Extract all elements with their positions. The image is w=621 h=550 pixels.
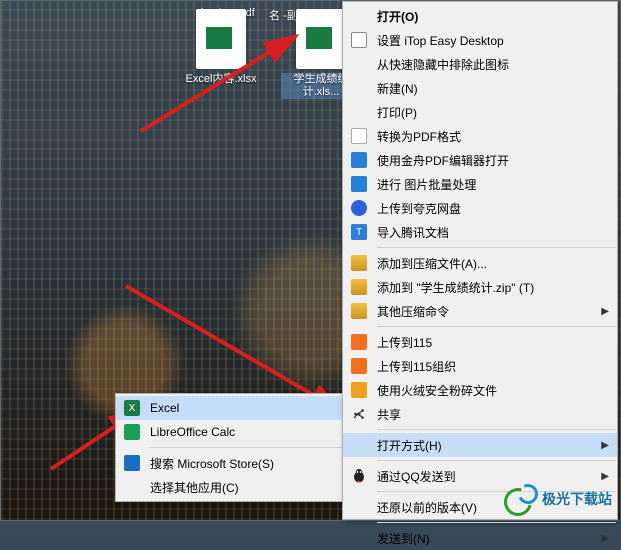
qq-icon (351, 468, 367, 484)
chevron-right-icon: ▶ (601, 533, 609, 544)
menu-label: 使用火绒安全粉碎文件 (377, 382, 497, 399)
menu-label: 上传到夸克网盘 (377, 200, 461, 217)
menu-separator (150, 447, 343, 448)
menu-addzip[interactable]: 添加到压缩文件(A)... (343, 251, 617, 275)
jinzhou-icon (351, 152, 367, 168)
menu-label: 其他压缩命令 (377, 303, 449, 320)
115-icon (351, 358, 367, 374)
desktop-icons: X≣ Excel内容.xlsx X≣ 学生成绩统计.xls... (181, 1, 361, 99)
menu-open-with[interactable]: 打开方式(H) ▶ (343, 433, 617, 457)
chevron-right-icon: ▶ (601, 471, 609, 482)
zip-icon (351, 279, 367, 295)
menu-label: 发送到(N) (377, 530, 430, 547)
submenu-excel[interactable]: X Excel (116, 396, 344, 420)
menu-huorong[interactable]: 使用火绒安全粉碎文件 (343, 378, 617, 402)
menu-topdf[interactable]: 转换为PDF格式 (343, 124, 617, 148)
share-icon (351, 406, 367, 422)
menu-share[interactable]: 共享 (343, 402, 617, 426)
kuake-icon (351, 200, 367, 216)
menu-label: 通过QQ发送到 (377, 468, 456, 485)
menu-sendto[interactable]: 发送到(N) ▶ (343, 526, 617, 550)
excel-file-icon: X≣ (196, 9, 246, 69)
libreoffice-icon (124, 424, 140, 440)
open-with-submenu: X Excel LibreOffice Calc 搜索 Microsoft St… (115, 393, 345, 502)
chevron-right-icon: ▶ (601, 306, 609, 317)
excel-file-icon: X≣ (296, 9, 346, 69)
menu-label: 选择其他应用(C) (150, 479, 239, 496)
menu-exclude[interactable]: 从快速隐藏中排除此图标 (343, 52, 617, 76)
menu-tencent[interactable]: T 导入腾讯文档 (343, 220, 617, 244)
menu-label: 打开(O) (377, 10, 418, 24)
pdf-icon (351, 128, 367, 144)
menu-addtozip[interactable]: 添加到 "学生成绩统计.zip" (T) (343, 275, 617, 299)
menu-separator (377, 247, 616, 248)
zip-icon (351, 255, 367, 271)
menu-label: 添加到 "学生成绩统计.zip" (T) (377, 279, 534, 296)
menu-label: 还原以前的版本(V) (377, 499, 477, 516)
menu-itop[interactable]: 设置 iTop Easy Desktop (343, 28, 617, 52)
logo-text: 极光下载站 (542, 489, 612, 509)
menu-label: 上传到115组织 (377, 358, 456, 375)
menu-label: 使用金舟PDF编辑器打开 (377, 152, 509, 169)
menu-label: 打印(P) (377, 104, 417, 121)
menu-label: 进行 图片批量处理 (377, 176, 476, 193)
menu-115[interactable]: 上传到115 (343, 330, 617, 354)
menu-label: 搜索 Microsoft Store(S) (150, 455, 274, 472)
itop-icon (351, 32, 367, 48)
menu-115org[interactable]: 上传到115组织 (343, 354, 617, 378)
tencent-icon: T (351, 224, 367, 240)
menu-label: LibreOffice Calc (150, 425, 235, 439)
logo-graphic (498, 484, 538, 514)
menu-separator (377, 522, 616, 523)
submenu-choose-other[interactable]: 选择其他应用(C) (116, 475, 344, 499)
menu-separator (377, 460, 616, 461)
menu-label: 新建(N) (377, 80, 418, 97)
menu-jinzhou[interactable]: 使用金舟PDF编辑器打开 (343, 148, 617, 172)
menu-separator (377, 429, 616, 430)
excel-icon: X (124, 400, 140, 416)
submenu-libreoffice[interactable]: LibreOffice Calc (116, 420, 344, 444)
batch-icon (351, 176, 367, 192)
zip-icon (351, 303, 367, 319)
huorong-icon (351, 382, 367, 398)
chevron-right-icon: ▶ (601, 440, 609, 451)
menu-print[interactable]: 打印(P) (343, 100, 617, 124)
menu-otherzip[interactable]: 其他压缩命令 ▶ (343, 299, 617, 323)
menu-new[interactable]: 新建(N) (343, 76, 617, 100)
menu-batch[interactable]: 进行 图片批量处理 (343, 172, 617, 196)
menu-separator (377, 326, 616, 327)
file-excel-content[interactable]: X≣ Excel内容.xlsx (181, 1, 261, 99)
menu-open[interactable]: 打开(O) (343, 4, 617, 28)
watermark-logo: 极光下载站 (498, 484, 612, 514)
menu-label: 设置 iTop Easy Desktop (377, 32, 504, 49)
115-icon (351, 334, 367, 350)
menu-label: 从快速隐藏中排除此图标 (377, 56, 509, 73)
menu-label: 添加到压缩文件(A)... (377, 255, 487, 272)
menu-label: 打开方式(H) (377, 437, 442, 454)
menu-label: 导入腾讯文档 (377, 224, 449, 241)
menu-label: 共享 (377, 406, 401, 423)
submenu-search-store[interactable]: 搜索 Microsoft Store(S) (116, 451, 344, 475)
menu-label: Excel (150, 401, 179, 415)
file-label: Excel内容.xlsx (181, 73, 261, 86)
context-menu: 打开(O) 设置 iTop Easy Desktop 从快速隐藏中排除此图标 新… (342, 1, 618, 520)
menu-label: 转换为PDF格式 (377, 128, 461, 145)
store-icon (124, 455, 140, 471)
menu-kuake[interactable]: 上传到夸克网盘 (343, 196, 617, 220)
menu-label: 上传到115 (377, 334, 432, 351)
